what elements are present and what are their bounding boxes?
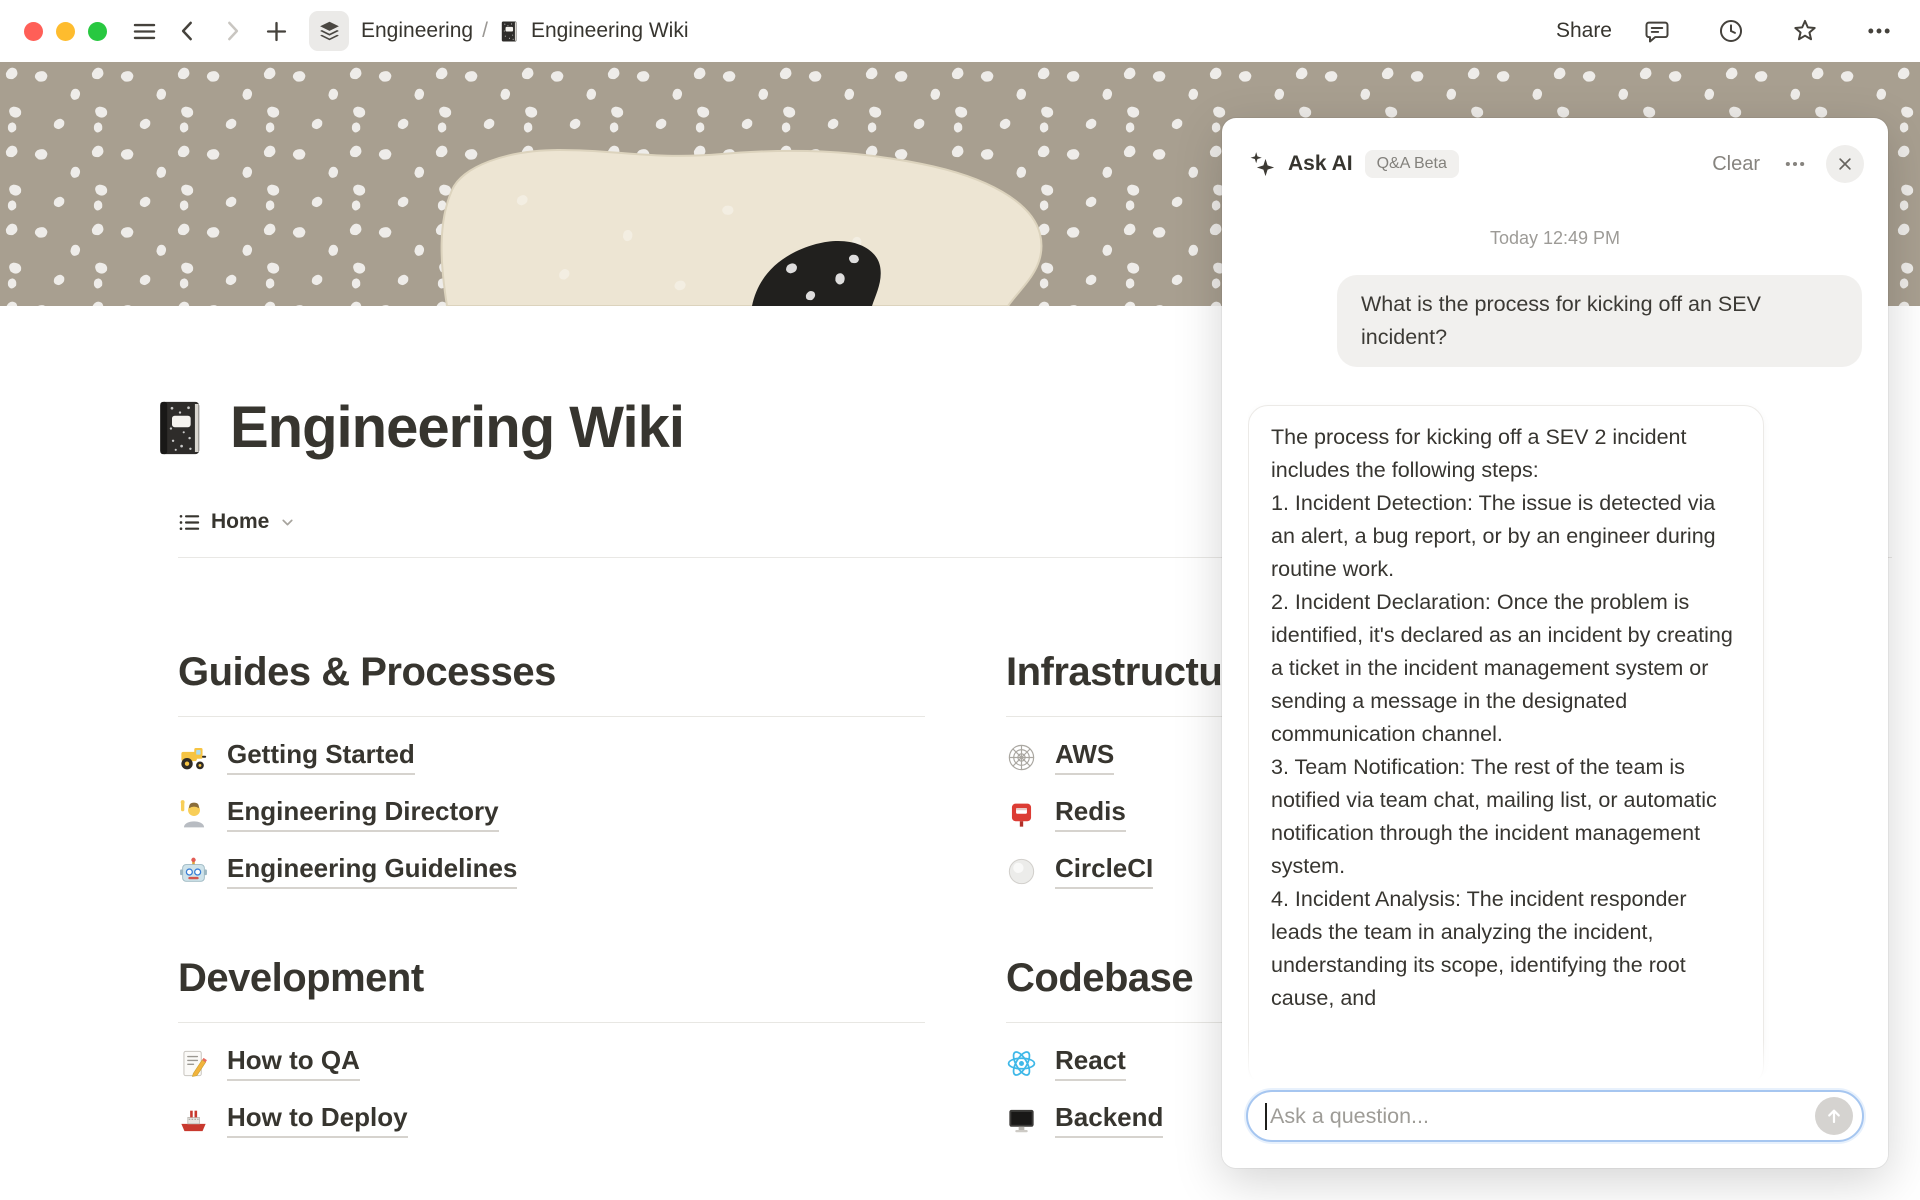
send-button[interactable] xyxy=(1815,1097,1853,1135)
clear-button[interactable]: Clear xyxy=(1712,153,1760,176)
more-options-button[interactable] xyxy=(1864,16,1894,46)
ellipsis-icon xyxy=(1865,17,1893,45)
tab-home-label: Home xyxy=(211,510,269,534)
page-link-getting-started[interactable]: Getting Started xyxy=(178,729,925,786)
comments-button[interactable] xyxy=(1642,16,1672,46)
plus-icon xyxy=(263,18,290,45)
sparkles-icon xyxy=(1248,150,1276,178)
teamspace-chip[interactable] xyxy=(309,11,349,51)
page-link-label: Getting Started xyxy=(227,740,415,775)
ask-ai-footer: Ask a question... xyxy=(1222,1080,1888,1168)
page-link-how-to-qa[interactable]: How to QA xyxy=(178,1035,925,1092)
desktop-computer-icon xyxy=(1006,1105,1037,1136)
comment-bubble-icon xyxy=(1643,17,1671,45)
spider-web-icon xyxy=(1006,742,1037,773)
robot-icon xyxy=(178,856,209,887)
top-toolbar: Engineering / Engineering Wiki Share xyxy=(0,0,1920,62)
breadcrumb-page[interactable]: Engineering Wiki xyxy=(531,19,689,43)
page-header: Engineering Wiki xyxy=(148,394,684,461)
minimize-window-button[interactable] xyxy=(56,22,75,41)
star-icon xyxy=(1791,17,1819,45)
page-icon-notebook[interactable] xyxy=(148,396,212,460)
ai-answer-bubble: The process for kicking off a SEV 2 inci… xyxy=(1248,405,1764,1086)
user-question-bubble: What is the process for kicking off an S… xyxy=(1337,275,1862,367)
conversation-timestamp: Today 12:49 PM xyxy=(1248,228,1862,249)
page-link-label: CircleCI xyxy=(1055,854,1153,889)
list-view-icon xyxy=(178,511,201,534)
page-link-label: Engineering Directory xyxy=(227,797,499,832)
page-link-label: Backend xyxy=(1055,1103,1163,1138)
text-cursor xyxy=(1265,1103,1267,1130)
toolbar-actions: Share xyxy=(1556,16,1894,46)
ask-ai-title: Ask AI xyxy=(1288,152,1353,176)
page-title: Engineering Wiki xyxy=(230,394,684,461)
left-column: Guides & Processes Getting Started Engin… xyxy=(178,630,925,1149)
new-page-button[interactable] xyxy=(261,16,291,46)
back-button[interactable] xyxy=(173,16,203,46)
page-link-engineering-directory[interactable]: Engineering Directory xyxy=(178,786,925,843)
ask-ai-header: Ask AI Q&A Beta Clear xyxy=(1222,118,1888,200)
page-link-how-to-deploy[interactable]: How to Deploy xyxy=(178,1092,925,1149)
close-window-button[interactable] xyxy=(24,22,43,41)
ship-icon xyxy=(178,1105,209,1136)
chevron-down-icon xyxy=(279,514,296,531)
chevron-left-icon xyxy=(175,18,201,44)
tab-home[interactable]: Home xyxy=(178,510,296,534)
forward-button[interactable] xyxy=(217,16,247,46)
breadcrumb: Engineering / Engineering Wiki xyxy=(361,19,689,44)
ask-ai-conversation: Today 12:49 PM What is the process for k… xyxy=(1248,206,1862,1168)
memo-icon xyxy=(178,1048,209,1079)
page-link-label: AWS xyxy=(1055,740,1114,775)
page-link-engineering-guidelines[interactable]: Engineering Guidelines xyxy=(178,843,925,900)
sidebar-menu-button[interactable] xyxy=(129,16,159,46)
page-link-label: React xyxy=(1055,1046,1126,1081)
history-button[interactable] xyxy=(1716,16,1746,46)
breadcrumb-space[interactable]: Engineering xyxy=(361,19,473,43)
breadcrumb-separator: / xyxy=(482,19,488,43)
hamburger-icon xyxy=(131,18,158,45)
question-input[interactable]: Ask a question... xyxy=(1246,1090,1864,1142)
page-link-label: Redis xyxy=(1055,797,1126,832)
page-link-label: How to Deploy xyxy=(227,1103,408,1138)
window-controls xyxy=(24,22,107,41)
section-guides-processes: Guides & Processes Getting Started Engin… xyxy=(178,652,925,900)
postbox-icon xyxy=(1006,799,1037,830)
section-heading: Development xyxy=(178,958,925,1023)
section-heading: Guides & Processes xyxy=(178,652,925,717)
tractor-icon xyxy=(178,742,209,773)
ask-ai-panel: Ask AI Q&A Beta Clear Today 12:49 PM Wha… xyxy=(1222,118,1888,1168)
question-input-placeholder: Ask a question... xyxy=(1270,1104,1815,1129)
notebook-icon xyxy=(497,19,522,44)
clock-icon xyxy=(1717,17,1745,45)
arrow-up-icon xyxy=(1823,1105,1845,1127)
close-icon xyxy=(1836,155,1854,173)
share-button[interactable]: Share xyxy=(1556,19,1612,43)
chevron-right-icon xyxy=(219,18,245,44)
page-link-label: How to QA xyxy=(227,1046,360,1081)
panel-close-button[interactable] xyxy=(1826,145,1864,183)
zoom-window-button[interactable] xyxy=(88,22,107,41)
page-link-label: Engineering Guidelines xyxy=(227,854,517,889)
qa-beta-badge: Q&A Beta xyxy=(1365,150,1459,178)
favorite-button[interactable] xyxy=(1790,16,1820,46)
panel-more-button[interactable] xyxy=(1782,151,1808,177)
person-raising-hand-icon xyxy=(178,799,209,830)
layers-icon xyxy=(317,19,342,44)
react-atom-icon xyxy=(1006,1048,1037,1079)
white-circle-icon xyxy=(1006,856,1037,887)
ellipsis-icon xyxy=(1782,151,1808,177)
section-development: Development How to QA How to Deploy xyxy=(178,958,925,1149)
